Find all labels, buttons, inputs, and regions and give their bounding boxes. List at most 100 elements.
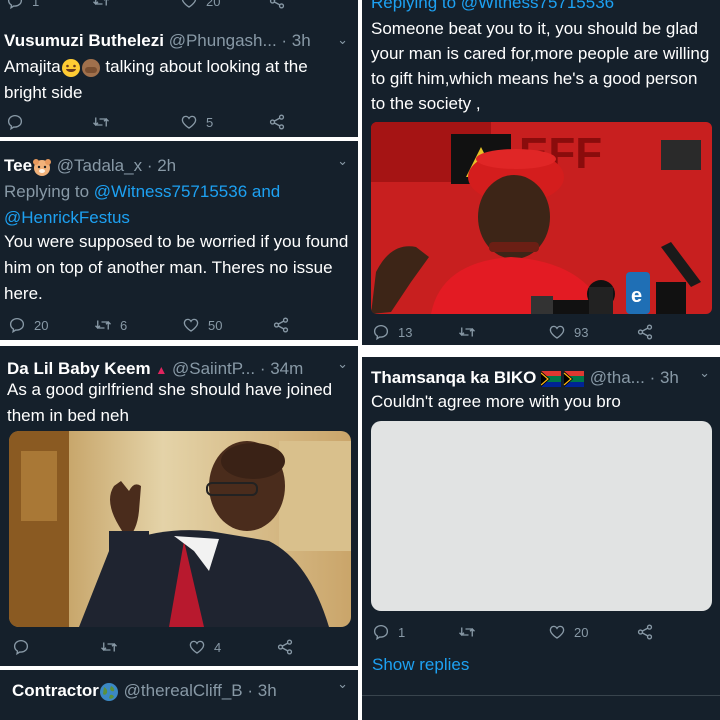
share-button[interactable] (636, 323, 654, 341)
mention-link[interactable]: @HenrickFestus (4, 208, 130, 227)
mention-and: and (251, 182, 281, 201)
display-name[interactable]: Contractor (12, 681, 99, 700)
reply-button[interactable] (12, 638, 30, 656)
divider (362, 695, 720, 696)
share-button[interactable] (636, 623, 654, 641)
retweet-icon (458, 623, 476, 641)
reply-button[interactable] (6, 113, 24, 131)
chevron-down-icon[interactable]: ⌄ (337, 153, 348, 169)
retweet-button[interactable]: 6 (94, 316, 127, 334)
chevron-down-icon[interactable]: ⌄ (337, 32, 348, 48)
tweet-header: Thamsanqa ka BIKO @tha... · 3h (371, 367, 716, 389)
like-button[interactable]: 20 (180, 0, 220, 10)
share-icon (268, 113, 286, 131)
like-icon (180, 0, 198, 10)
reply-button[interactable]: 20 (8, 316, 48, 334)
tweet-actions: 4 (0, 638, 358, 660)
like-count: 50 (208, 317, 223, 333)
replying-prefix: Replying to (4, 182, 90, 201)
chevron-down-icon[interactable]: ⌄ (337, 676, 348, 692)
handle[interactable]: @SaiintP... (172, 359, 255, 378)
like-icon (180, 113, 198, 131)
tweet-vusumuzi[interactable]: 1 20 Vusumuzi Buthelezi @Phungash... · 3… (0, 0, 358, 137)
like-icon (548, 323, 566, 341)
reply-button[interactable]: 13 (372, 323, 412, 341)
like-icon (548, 623, 566, 641)
retweet-button[interactable] (92, 0, 110, 10)
chevron-down-icon[interactable]: ⌄ (699, 365, 710, 381)
retweet-button[interactable] (458, 623, 476, 641)
retweet-button[interactable] (458, 323, 476, 341)
share-button[interactable] (268, 0, 286, 10)
share-button[interactable] (272, 316, 290, 334)
image-placeholder[interactable] (371, 421, 712, 611)
reply-icon (372, 623, 390, 641)
retweet-count: 6 (120, 317, 128, 333)
laughing-emoji-icon (61, 58, 80, 77)
retweet-button[interactable] (100, 638, 118, 656)
hamster-emoji-icon (33, 158, 52, 176)
like-count: 5 (206, 114, 214, 130)
reply-icon (6, 0, 24, 10)
like-button[interactable]: 5 (180, 113, 213, 131)
display-name[interactable]: Vusumuzi Buthelezi (4, 31, 164, 50)
tweet-text: Amajita talking about looking at the bri… (4, 54, 350, 106)
tweet-da-lil-baby-keem[interactable]: Da Lil Baby Keem ▲ @SaiintP... · 34m ⌄ A… (0, 346, 358, 666)
retweet-icon (458, 323, 476, 341)
tweet-image[interactable] (9, 431, 351, 627)
tweet-actions-top: 1 20 (0, 0, 358, 14)
tweet-header: Contractor @therealCliff_B · 3h (12, 680, 354, 702)
display-name[interactable]: Tee (4, 156, 32, 175)
facepalm-emoji-icon (81, 58, 100, 77)
like-icon (182, 316, 200, 334)
mention-link[interactable]: Replying to @Witness75715536 (371, 0, 614, 12)
chevron-down-icon[interactable]: ⌄ (337, 356, 348, 372)
tweet-header: Vusumuzi Buthelezi @Phungash... · 3h (4, 30, 354, 52)
tweet-header: Tee @Tadala_x · 2h (4, 155, 354, 177)
tweet-thamsanqa[interactable]: Thamsanqa ka BIKO @tha... · 3h ⌄ Couldn'… (362, 357, 720, 720)
display-name[interactable]: Thamsanqa ka BIKO (371, 368, 536, 387)
replying-to: Replying to @Witness75715536 and @Henric… (4, 179, 350, 231)
handle[interactable]: @Tadala_x (57, 156, 142, 175)
reply-button[interactable]: 1 (372, 623, 405, 641)
reply-icon (8, 316, 26, 334)
tweet-actions: 5 (0, 113, 358, 135)
triangle-icon: ▲ (155, 363, 168, 377)
like-button[interactable]: 93 (548, 323, 588, 341)
globe-emoji-icon (99, 682, 118, 701)
tweet-image[interactable]: EFF e (371, 122, 712, 314)
timestamp: · 3h (247, 681, 277, 700)
like-count: 93 (574, 324, 589, 340)
reply-icon (12, 638, 30, 656)
share-button[interactable] (276, 638, 294, 656)
retweet-button[interactable] (92, 113, 110, 131)
tweet-text: You were supposed to be worried if you f… (4, 232, 349, 303)
handle[interactable]: @Phungash... (169, 31, 277, 50)
like-button[interactable]: 50 (182, 316, 222, 334)
handle[interactable]: @tha... (590, 368, 645, 387)
retweet-icon (92, 0, 110, 10)
svg-text:e: e (631, 285, 642, 307)
reply-button[interactable]: 1 (6, 0, 39, 10)
mention-link[interactable]: @Witness75715536 (94, 182, 247, 201)
tweet-tee[interactable]: Tee @Tadala_x · 2h ⌄ Replying to @Witnes… (0, 141, 358, 340)
replying-to: Replying to @Witness75715536 (371, 0, 712, 16)
tweet-contractor[interactable]: Contractor @therealCliff_B · 3h ⌄ (0, 670, 358, 720)
share-button[interactable] (268, 113, 286, 131)
tweet-actions: 20 6 50 (0, 316, 358, 338)
display-name[interactable]: Da Lil Baby Keem (7, 359, 151, 378)
like-button[interactable]: 20 (548, 623, 588, 641)
like-icon (188, 638, 206, 656)
tweet-reply-eff[interactable]: Replying to @Witness75715536 Someone bea… (362, 0, 720, 345)
timestamp: · 34m (259, 359, 304, 378)
show-replies-link[interactable]: Show replies (372, 655, 469, 675)
like-button[interactable]: 4 (188, 638, 221, 656)
share-icon (268, 0, 286, 10)
timestamp: · 3h (649, 368, 679, 387)
reply-count: 1 (398, 624, 406, 640)
handle[interactable]: @therealCliff_B (124, 681, 243, 700)
tweet-text: Couldn't agree more with you bro (371, 392, 621, 411)
share-icon (636, 323, 654, 341)
tweet-actions: 13 93 (362, 323, 720, 345)
tweet-text: As a good girlfriend she should have joi… (7, 380, 333, 425)
